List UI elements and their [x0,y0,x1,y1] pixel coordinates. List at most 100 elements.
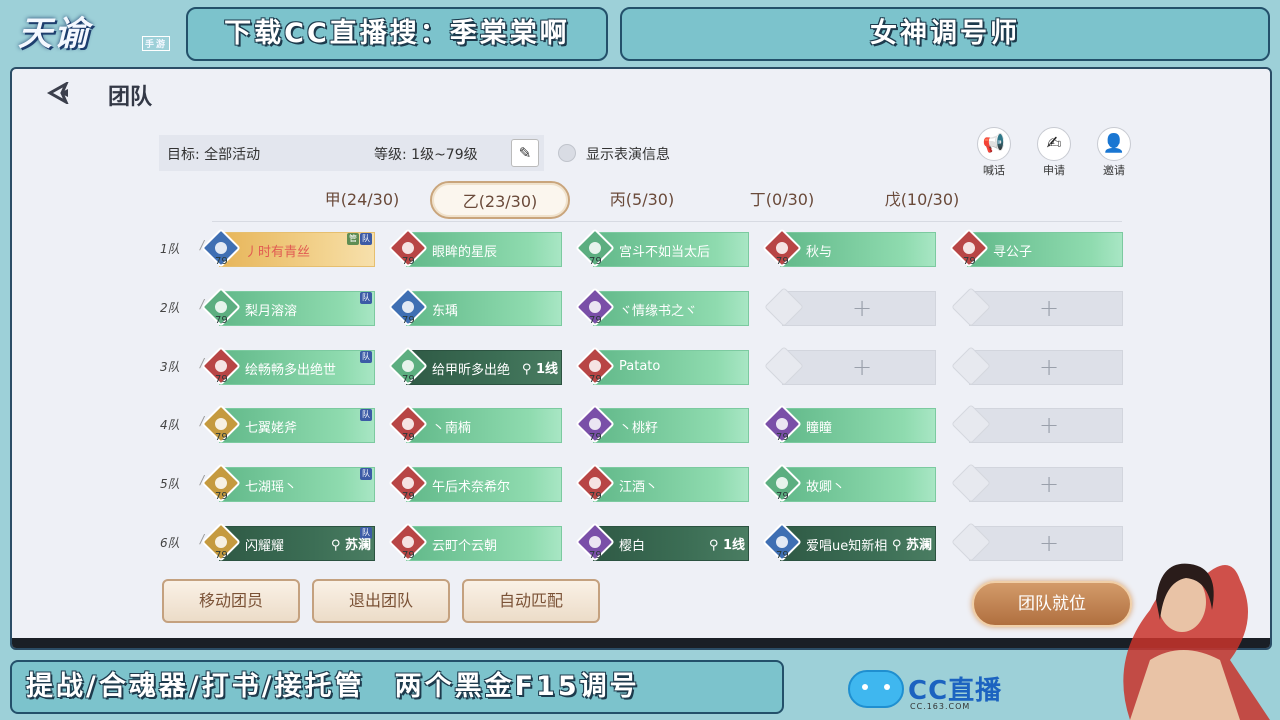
member-slot[interactable]: 79 瞳瞳 [762,404,936,445]
slot-background [967,232,1123,267]
apply-button[interactable]: ✍ 申请 [1032,127,1076,178]
edit-filter-button[interactable]: ✎ [511,139,539,167]
apply-icon: ✍ [1037,127,1071,161]
show-perf-label: 显示表演信息 [586,147,670,163]
member-slot[interactable]: 79 七湖瑶丶 队 [201,463,375,503]
member-slot[interactable]: 79 秋与 [762,228,936,268]
member-name: 丶南楠 [432,421,472,437]
member-slot[interactable]: 79 丶南楠 [388,404,562,445]
member-slot[interactable]: 79 给甲昕多出绝 ⚲ 1线 [388,345,562,386]
empty-member-slot[interactable]: + [951,404,1123,445]
slot-background [780,408,936,444]
location-marker: ⚲ 苏澜 [892,534,932,553]
manager-badge: 管 [347,233,359,245]
member-slot[interactable]: 79 云町个云朝 [388,522,562,562]
cc-live-logo: CC直播 CC.163.COM [848,664,1008,714]
member-name: 给甲昕多出绝 [432,362,511,378]
team-leader-badge: 队 [360,233,372,245]
member-name: 眼眸的星辰 [432,245,498,260]
auto-match-button[interactable]: 自动匹配 [462,579,600,623]
member-level: 79 [402,432,415,444]
empty-member-slot[interactable]: + [951,345,1123,386]
stream-banner-right: 女神调号师 [620,7,1270,61]
show-perf-radio[interactable] [558,144,576,162]
empty-member-slot[interactable]: + [764,286,936,327]
tab-jia[interactable]: 甲(24/30) [292,181,432,219]
member-slot[interactable]: 79 眼眸的星辰 [388,228,562,268]
member-level: 79 [402,373,415,385]
member-slot[interactable]: 79 故卿丶 [762,463,936,503]
member-slot[interactable]: 79 东瑀 [388,286,562,327]
stream-banner-bottom: 提战/合魂器/打书/接托管 两个黑金F15调号 [10,660,784,714]
empty-member-slot[interactable]: + [764,345,936,386]
location-text: 苏澜 [905,538,932,553]
member-name: 丶桃籽 [619,421,659,437]
member-level: 79 [589,314,602,326]
member-level: 79 [589,550,602,561]
member-slot[interactable]: 79 爱唱ue知新相 ⚲ 苏澜 [762,522,936,562]
page-title: 团队 [108,85,153,110]
location-marker: ⚲ 1线 [522,358,558,377]
tab-ding[interactable]: 丁(0/30) [712,181,852,219]
quit-team-button[interactable]: 退出团队 [312,579,450,623]
slot-background [593,408,749,444]
add-member-icon: + [1039,293,1060,322]
team-leader-badge: 队 [360,291,372,304]
member-name: 云町个云朝 [432,539,498,554]
cc-logo-url: CC.163.COM [910,702,971,711]
location-pin-icon: ⚲ [708,538,723,553]
back-icon[interactable] [46,80,80,106]
tab-bing[interactable]: 丙(5/30) [572,181,712,219]
member-slot[interactable]: 79 寻公子 [949,228,1123,268]
invite-icon: 👤 [1097,127,1131,161]
member-level: 79 [402,491,415,503]
member-slot[interactable]: 79 ヾ情缘书之ヾ [575,286,749,327]
tab-yi[interactable]: 乙(23/30) [430,181,570,219]
member-name: 故卿丶 [806,480,846,496]
empty-member-slot[interactable]: + [951,463,1123,503]
team-leader-badge: 队 [360,409,372,422]
member-slot[interactable]: 79 绘畅畅多出绝世 队 [201,345,375,386]
location-marker: ⚲ 1线 [709,534,745,553]
invite-button[interactable]: 👤 邀请 [1092,127,1136,178]
pencil-icon: ✎ [518,144,532,162]
member-level: 79 [215,550,228,561]
location-pin-icon: ⚲ [891,538,906,553]
megaphone-icon: 📢 [977,127,1011,161]
member-level: 79 [776,432,789,444]
member-slot[interactable]: 79 七翼姥斧 队 [201,404,375,445]
member-slot[interactable]: 79 午后术奈希尔 [388,463,562,503]
member-name: 樱白 [619,539,646,554]
location-marker: ⚲ 苏澜 [331,534,371,553]
tab-wu[interactable]: 戊(10/30) [852,181,992,219]
team-leader-badge: 队 [360,468,372,481]
member-slot[interactable]: 79 闪耀耀队 ⚲ 苏澜 [201,522,375,562]
member-slot[interactable]: 79 宫斗不如当太后 [575,228,749,268]
member-name: 闪耀耀 [245,539,285,554]
shout-button[interactable]: 📢 喊话 [972,127,1016,178]
member-level: 79 [589,432,602,444]
member-slot[interactable]: 79 丶桃籽 [575,404,749,445]
member-level: 79 [215,256,228,267]
member-slot[interactable]: 79 丿时有青丝 管队 [201,228,375,268]
member-level: 79 [402,314,415,326]
member-slot[interactable]: 79 梨月溶溶 队 [201,286,375,327]
move-member-button[interactable]: 移动团员 [162,579,300,623]
member-level: 79 [776,256,789,267]
member-name: 丿时有青丝 [245,245,311,260]
level-filter[interactable]: 等级: 1级~79级 [374,144,478,164]
location-pin-icon: ⚲ [330,538,345,553]
apply-label: 申请 [1043,164,1065,177]
member-slot[interactable]: 79 江酒丶 [575,463,749,503]
member-name: 东瑀 [432,303,459,319]
target-filter[interactable]: 目标: 全部活动 [167,144,260,164]
character-portrait [1090,540,1280,720]
member-level: 79 [215,491,228,503]
member-name: 七翼姥斧 [245,421,298,437]
empty-member-slot[interactable]: + [951,286,1123,327]
member-slot[interactable]: 79 Patato [575,345,749,386]
member-level: 79 [589,491,602,503]
add-member-icon: + [852,352,873,381]
member-slot[interactable]: 79 樱白 ⚲ 1线 [575,522,749,562]
member-name: 秋与 [806,245,833,260]
